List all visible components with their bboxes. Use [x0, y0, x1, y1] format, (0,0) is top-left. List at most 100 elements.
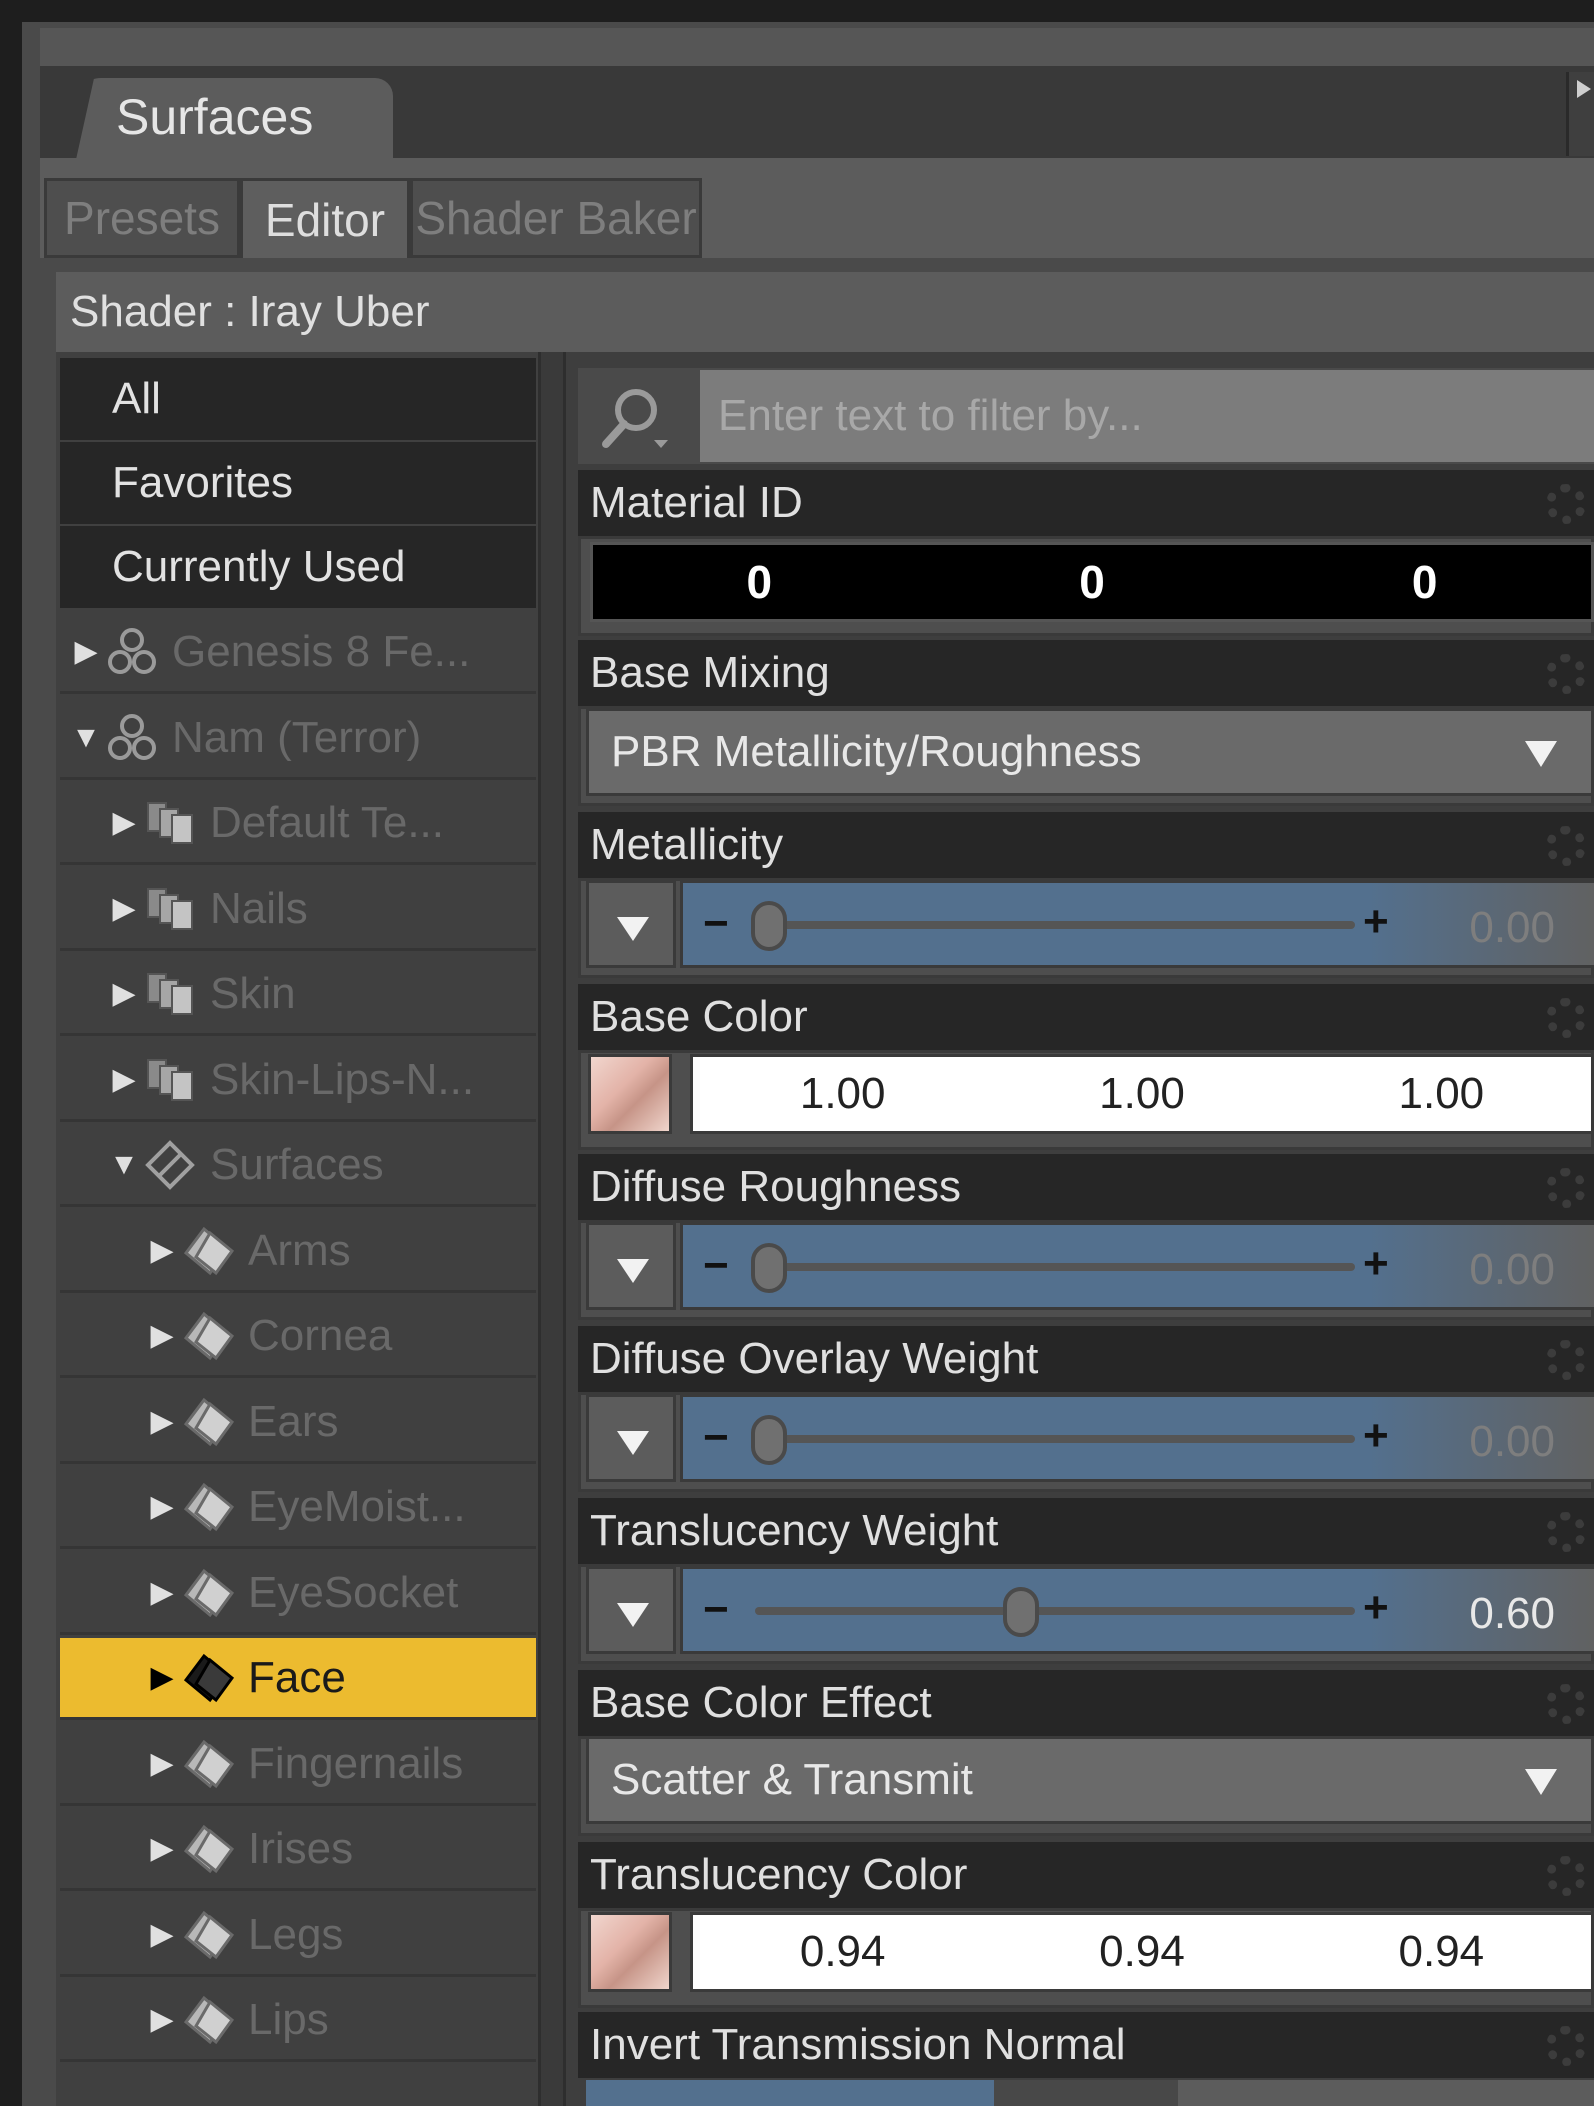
- tab-editor[interactable]: Editor: [240, 178, 410, 258]
- gear-icon[interactable]: [1546, 826, 1586, 866]
- plus-icon[interactable]: +: [1363, 1411, 1389, 1461]
- slider-knob[interactable]: [1003, 1587, 1039, 1637]
- tree-item-label: Surfaces: [210, 1139, 384, 1189]
- expand-arrow-icon[interactable]: ▶: [144, 2002, 180, 2037]
- expand-arrow-icon[interactable]: ▶: [144, 1917, 180, 1952]
- tree-item[interactable]: ▶ Nails: [60, 869, 536, 951]
- tree-item[interactable]: ▶ EyeMoist...: [60, 1467, 536, 1549]
- minus-icon[interactable]: −: [703, 1241, 729, 1291]
- expand-arrow-icon[interactable]: ▶: [144, 1660, 180, 1695]
- material-id-value[interactable]: 0: [1258, 555, 1591, 609]
- translucency-color-label: Translucency Color: [590, 1850, 968, 1899]
- material-id-field[interactable]: 0 0 0: [590, 542, 1594, 622]
- gear-icon[interactable]: [1546, 1168, 1586, 1208]
- expand-arrow-icon[interactable]: ▶: [144, 1233, 180, 1268]
- expand-arrow-icon[interactable]: ▶: [144, 1831, 180, 1866]
- translucency-color-value[interactable]: 0.94: [693, 1927, 992, 1977]
- tree-item[interactable]: ▶ Arms: [60, 1211, 536, 1293]
- panel-splitter[interactable]: [538, 352, 566, 2106]
- minus-icon[interactable]: −: [703, 899, 729, 949]
- tree-item[interactable]: ▶ Legs: [60, 1895, 536, 1977]
- collapse-arrow-icon[interactable]: ▼: [68, 721, 104, 755]
- translucency-color-map-thumbnail[interactable]: [588, 1912, 672, 1992]
- translucency-color-values[interactable]: 0.94 0.94 0.94: [690, 1912, 1594, 1992]
- tree-item[interactable]: ▼ Nam (Terror): [60, 698, 536, 780]
- tree-item[interactable]: ▶ Skin: [60, 954, 536, 1036]
- expand-arrow-icon[interactable]: ▶: [144, 1746, 180, 1781]
- tree-item[interactable]: ▶ Fingernails: [60, 1724, 536, 1806]
- translucency-weight-slider[interactable]: − + 0.60: [680, 1566, 1594, 1654]
- gear-icon[interactable]: [1546, 1856, 1586, 1896]
- plus-icon[interactable]: +: [1363, 1239, 1389, 1289]
- diffuse-roughness-value[interactable]: 0.00: [1469, 1245, 1555, 1295]
- translucency-weight-menu-button[interactable]: [586, 1566, 676, 1654]
- plus-icon[interactable]: +: [1363, 897, 1389, 947]
- metallicity-menu-button[interactable]: [586, 880, 676, 968]
- expand-arrow-icon[interactable]: ▶: [144, 1575, 180, 1610]
- gear-icon[interactable]: [1546, 1512, 1586, 1552]
- translucency-color-value[interactable]: 0.94: [992, 1927, 1291, 1977]
- toggle-knob[interactable]: [994, 2080, 1178, 2106]
- gear-icon[interactable]: [1546, 484, 1586, 524]
- diffuse-overlay-weight-menu-button[interactable]: [586, 1394, 676, 1482]
- tree-item[interactable]: ▶ Cornea: [60, 1296, 536, 1378]
- metallicity-value[interactable]: 0.00: [1469, 903, 1555, 953]
- translucency-weight-value[interactable]: 0.60: [1469, 1589, 1555, 1639]
- tree-item[interactable]: ▶ Default Te...: [60, 783, 536, 865]
- diffuse-overlay-weight-slider[interactable]: − + 0.00: [680, 1394, 1594, 1482]
- diffuse-overlay-weight-value[interactable]: 0.00: [1469, 1417, 1555, 1467]
- gear-icon[interactable]: [1546, 1340, 1586, 1380]
- tree-item[interactable]: ▶ Ears: [60, 1382, 536, 1464]
- surface-icon: [180, 1394, 236, 1450]
- expand-arrow-icon[interactable]: ▶: [144, 1404, 180, 1439]
- plus-icon[interactable]: +: [1363, 1583, 1389, 1633]
- invert-transmission-normal-toggle[interactable]: [586, 2080, 1594, 2106]
- material-id-value[interactable]: 0: [593, 555, 926, 609]
- expand-arrow-icon[interactable]: ▶: [68, 634, 104, 669]
- expand-arrow-icon[interactable]: ▶: [106, 805, 142, 840]
- tree-item[interactable]: ▼ Surfaces: [60, 1125, 536, 1207]
- diffuse-roughness-slider[interactable]: − + 0.00: [680, 1222, 1594, 1310]
- expand-arrow-icon[interactable]: ▶: [144, 1489, 180, 1524]
- expand-arrow-icon[interactable]: ▶: [144, 1318, 180, 1353]
- expand-arrow-icon[interactable]: ▶: [106, 976, 142, 1011]
- gear-icon[interactable]: [1546, 998, 1586, 1038]
- translucency-color-value[interactable]: 0.94: [1292, 1927, 1591, 1977]
- base-color-value[interactable]: 1.00: [992, 1069, 1291, 1119]
- expand-arrow-icon[interactable]: ▶: [106, 1062, 142, 1097]
- minus-icon[interactable]: −: [703, 1413, 729, 1463]
- category-currently-used[interactable]: Currently Used: [60, 526, 536, 608]
- base-color-map-thumbnail[interactable]: [588, 1054, 672, 1134]
- material-id-value[interactable]: 0: [926, 555, 1259, 609]
- diffuse-roughness-menu-button[interactable]: [586, 1222, 676, 1310]
- slider-knob[interactable]: [751, 1415, 787, 1465]
- collapse-arrow-icon[interactable]: ▼: [106, 1148, 142, 1182]
- gear-icon[interactable]: [1546, 2026, 1586, 2066]
- tree-item[interactable]: ▶ Irises: [60, 1809, 536, 1891]
- pane-menu-button[interactable]: [1566, 72, 1594, 156]
- metallicity-slider[interactable]: − + 0.00: [680, 880, 1594, 968]
- tree-item[interactable]: ▶ Face: [60, 1638, 536, 1720]
- base-color-value[interactable]: 1.00: [1292, 1069, 1591, 1119]
- base-color-effect-dropdown[interactable]: Scatter & Transmit: [586, 1736, 1594, 1824]
- filter-input[interactable]: [700, 370, 1594, 462]
- tree-item[interactable]: ▶ Lips: [60, 1980, 536, 2062]
- slider-knob[interactable]: [751, 1243, 787, 1293]
- category-favorites[interactable]: Favorites: [60, 442, 536, 524]
- tree-item[interactable]: ▶ EyeSocket: [60, 1553, 536, 1635]
- expand-arrow-icon[interactable]: ▶: [106, 891, 142, 926]
- tree-item[interactable]: ▶ Genesis 8 Fe...: [60, 612, 536, 694]
- tab-presets[interactable]: Presets: [44, 178, 240, 258]
- tab-shader-baker[interactable]: Shader Baker: [410, 178, 702, 258]
- search-icon[interactable]: [592, 380, 682, 456]
- base-color-value[interactable]: 1.00: [693, 1069, 992, 1119]
- figure-icon: [104, 710, 160, 766]
- tree-item[interactable]: ▶ Skin-Lips-N...: [60, 1040, 536, 1122]
- base-color-values[interactable]: 1.00 1.00 1.00: [690, 1054, 1594, 1134]
- category-all[interactable]: All: [60, 358, 536, 440]
- gear-icon[interactable]: [1546, 1684, 1586, 1724]
- base-mixing-dropdown[interactable]: PBR Metallicity/Roughness: [586, 708, 1594, 796]
- gear-icon[interactable]: [1546, 654, 1586, 694]
- slider-knob[interactable]: [751, 901, 787, 951]
- minus-icon[interactable]: −: [703, 1585, 729, 1635]
